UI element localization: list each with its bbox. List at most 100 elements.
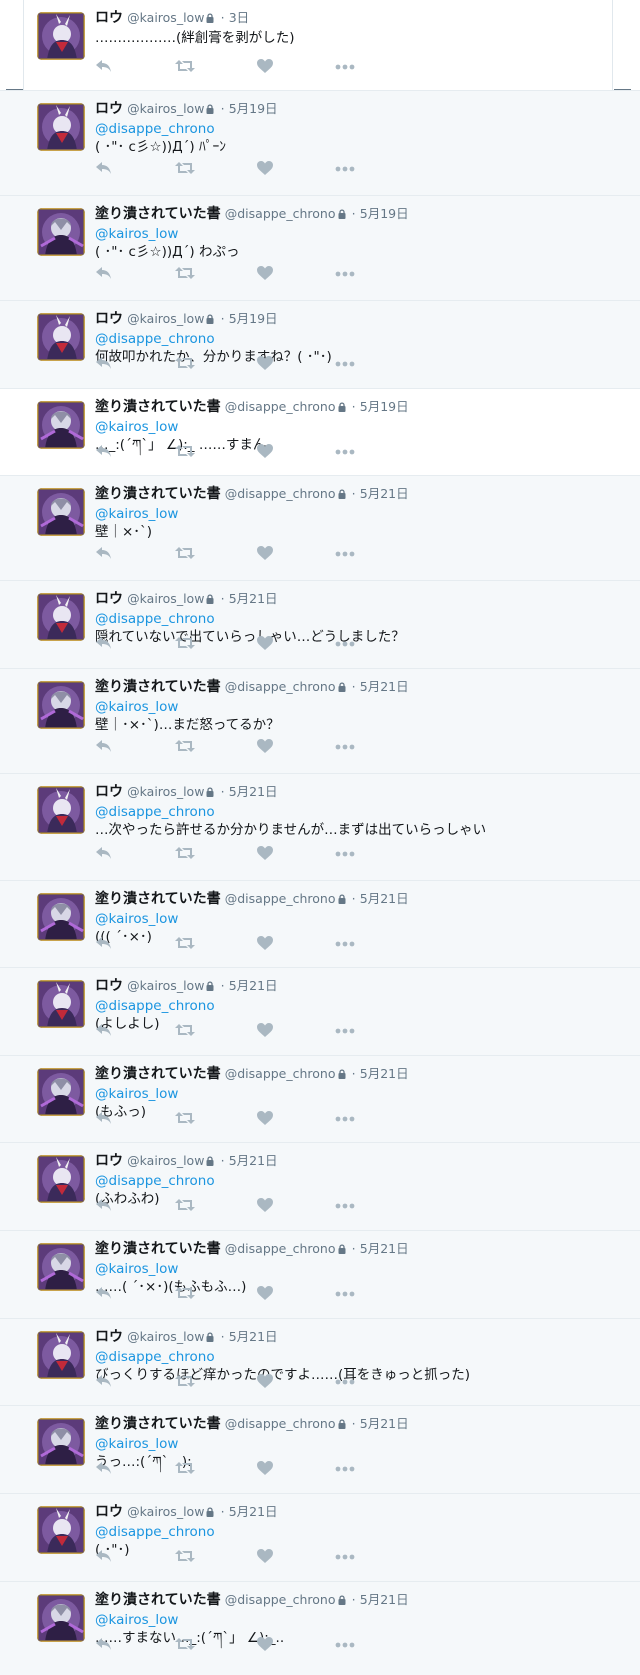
avatar[interactable] bbox=[37, 1594, 85, 1642]
timestamp[interactable]: 5月21日 bbox=[360, 1241, 409, 1256]
tweet[interactable]: ロウ @kairos_low · 5月19日 @disappe_chrono ( … bbox=[0, 90, 640, 195]
mention-link[interactable]: @kairos_low bbox=[95, 699, 178, 715]
username[interactable]: @disappe_chrono bbox=[225, 1066, 336, 1081]
mention-link[interactable]: @disappe_chrono bbox=[95, 611, 215, 627]
avatar[interactable] bbox=[37, 1331, 85, 1379]
avatar[interactable] bbox=[37, 681, 85, 729]
timestamp[interactable]: 5月21日 bbox=[360, 1592, 409, 1607]
timestamp[interactable]: 5月21日 bbox=[229, 784, 278, 799]
username[interactable]: @kairos_low bbox=[127, 591, 204, 606]
timestamp[interactable]: 5月19日 bbox=[229, 311, 278, 326]
reply-icon[interactable] bbox=[95, 161, 113, 177]
mention-link[interactable]: @disappe_chrono bbox=[95, 804, 215, 820]
reply-icon[interactable] bbox=[95, 1023, 113, 1039]
timestamp[interactable]: 5月19日 bbox=[360, 206, 409, 221]
display-name[interactable]: 塗り潰されていた書 bbox=[95, 486, 221, 502]
heart-icon[interactable] bbox=[257, 356, 275, 372]
reply-icon[interactable] bbox=[95, 1637, 113, 1653]
mention-link[interactable]: @kairos_low bbox=[95, 1261, 178, 1277]
display-name[interactable]: ロウ bbox=[95, 311, 123, 327]
avatar[interactable] bbox=[37, 401, 85, 449]
avatar[interactable] bbox=[37, 1068, 85, 1116]
more-icon[interactable] bbox=[335, 64, 355, 80]
heart-icon[interactable] bbox=[257, 1023, 275, 1039]
mention-link[interactable]: @kairos_low bbox=[95, 1436, 178, 1452]
timestamp[interactable]: 5月21日 bbox=[360, 486, 409, 501]
display-name[interactable]: 塗り潰されていた書 bbox=[95, 399, 221, 415]
mention-link[interactable]: @disappe_chrono bbox=[95, 1173, 215, 1189]
display-name[interactable]: ロウ bbox=[95, 591, 123, 607]
avatar[interactable] bbox=[37, 893, 85, 941]
username[interactable]: @disappe_chrono bbox=[225, 1241, 336, 1256]
heart-icon[interactable] bbox=[257, 1198, 275, 1214]
username[interactable]: @kairos_low bbox=[127, 311, 204, 326]
avatar[interactable] bbox=[37, 786, 85, 834]
timestamp[interactable]: 5月21日 bbox=[229, 1153, 278, 1168]
heart-icon[interactable] bbox=[257, 1111, 275, 1127]
username[interactable]: @kairos_low bbox=[127, 10, 204, 25]
timestamp[interactable]: 5月19日 bbox=[360, 399, 409, 414]
reply-icon[interactable] bbox=[95, 1198, 113, 1214]
heart-icon[interactable] bbox=[257, 444, 275, 460]
avatar[interactable] bbox=[37, 313, 85, 361]
reply-icon[interactable] bbox=[95, 546, 113, 562]
more-icon[interactable] bbox=[335, 1203, 355, 1219]
tweet[interactable]: 塗り潰されていた書 @disappe_chrono · 5月21日 @kairo… bbox=[0, 880, 640, 967]
avatar[interactable] bbox=[37, 103, 85, 151]
reply-icon[interactable] bbox=[95, 1549, 113, 1565]
timestamp[interactable]: 5月21日 bbox=[360, 1416, 409, 1431]
more-icon[interactable] bbox=[335, 1291, 355, 1307]
more-icon[interactable] bbox=[335, 551, 355, 567]
heart-icon[interactable] bbox=[257, 59, 275, 75]
reply-icon[interactable] bbox=[95, 266, 113, 282]
display-name[interactable]: ロウ bbox=[95, 1153, 123, 1169]
mention-link[interactable]: @kairos_low bbox=[95, 419, 178, 435]
avatar[interactable] bbox=[37, 980, 85, 1028]
display-name[interactable]: ロウ bbox=[95, 1504, 123, 1520]
timestamp[interactable]: 5月21日 bbox=[360, 891, 409, 906]
tweet[interactable]: 塗り潰されていた書 @disappe_chrono · 5月21日 @kairo… bbox=[0, 475, 640, 580]
reply-icon[interactable] bbox=[95, 444, 113, 460]
tweet[interactable]: ロウ @kairos_low · 5月21日 @disappe_chrono びっ… bbox=[0, 1318, 640, 1405]
retweet-icon[interactable] bbox=[175, 636, 195, 652]
tweet[interactable]: 塗り潰されていた書 @disappe_chrono · 5月21日 @kairo… bbox=[0, 1581, 640, 1675]
timestamp[interactable]: 5月21日 bbox=[360, 1066, 409, 1081]
retweet-icon[interactable] bbox=[175, 936, 195, 952]
tweet[interactable]: ロウ @kairos_low · 5月19日 @disappe_chrono 何故… bbox=[0, 300, 640, 388]
retweet-icon[interactable] bbox=[175, 59, 195, 75]
more-icon[interactable] bbox=[335, 1379, 355, 1395]
tweet[interactable]: 塗り潰されていた書 @disappe_chrono · 5月19日 @kairo… bbox=[0, 195, 640, 300]
reply-icon[interactable] bbox=[95, 1461, 113, 1477]
more-icon[interactable] bbox=[335, 1466, 355, 1482]
retweet-icon[interactable] bbox=[175, 1286, 195, 1302]
more-icon[interactable] bbox=[335, 361, 355, 377]
username[interactable]: @disappe_chrono bbox=[225, 206, 336, 221]
retweet-icon[interactable] bbox=[175, 1023, 195, 1039]
username[interactable]: @disappe_chrono bbox=[225, 486, 336, 501]
mention-link[interactable]: @kairos_low bbox=[95, 1612, 178, 1628]
display-name[interactable]: ロウ bbox=[95, 101, 123, 117]
retweet-icon[interactable] bbox=[175, 1111, 195, 1127]
more-icon[interactable] bbox=[335, 941, 355, 957]
heart-icon[interactable] bbox=[257, 1637, 275, 1653]
heart-icon[interactable] bbox=[257, 1286, 275, 1302]
more-icon[interactable] bbox=[335, 449, 355, 465]
mention-link[interactable]: @disappe_chrono bbox=[95, 121, 215, 137]
retweet-icon[interactable] bbox=[175, 1637, 195, 1653]
retweet-icon[interactable] bbox=[175, 356, 195, 372]
mention-link[interactable]: @disappe_chrono bbox=[95, 331, 215, 347]
more-icon[interactable] bbox=[335, 1642, 355, 1658]
reply-icon[interactable] bbox=[95, 936, 113, 952]
username[interactable]: @kairos_low bbox=[127, 1153, 204, 1168]
reply-icon[interactable] bbox=[95, 59, 113, 75]
username[interactable]: @disappe_chrono bbox=[225, 399, 336, 414]
username[interactable]: @kairos_low bbox=[127, 1329, 204, 1344]
heart-icon[interactable] bbox=[257, 936, 275, 952]
username[interactable]: @kairos_low bbox=[127, 978, 204, 993]
username[interactable]: @disappe_chrono bbox=[225, 679, 336, 694]
timestamp[interactable]: 3日 bbox=[229, 10, 249, 25]
tweet[interactable]: ロウ @kairos_low · 5月21日 @disappe_chrono( … bbox=[0, 1493, 640, 1581]
timestamp[interactable]: 5月21日 bbox=[360, 679, 409, 694]
mention-link[interactable]: @kairos_low bbox=[95, 1086, 178, 1102]
timestamp[interactable]: 5月21日 bbox=[229, 1329, 278, 1344]
